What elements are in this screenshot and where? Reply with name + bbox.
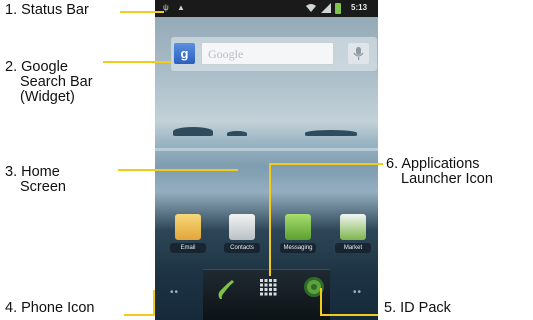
wallpaper-island — [227, 131, 247, 136]
leader-line-status-bar — [120, 11, 164, 13]
google-search-widget[interactable]: g Google — [171, 37, 377, 71]
app-shortcut-market[interactable]: Market — [333, 214, 373, 253]
wifi-icon — [306, 4, 316, 12]
leader-line-launcher-v — [269, 163, 271, 276]
status-bar[interactable]: ψ ▲ 5:13 — [155, 0, 378, 17]
app-label: Messaging — [280, 243, 316, 253]
callout-line: 3. Home — [5, 164, 60, 180]
callout-google-search-bar: 2. Google Search Bar (Widget) — [5, 60, 93, 105]
phone-home-screen[interactable]: ψ ▲ 5:13 g Google Email Contacts Messagi… — [155, 0, 378, 320]
leader-line-phone-h — [124, 314, 155, 316]
leader-line-home-screen — [118, 169, 238, 171]
microphone-icon[interactable] — [348, 43, 369, 64]
page-indicator-left[interactable]: •• — [170, 287, 179, 298]
leader-line-id-pack-h — [320, 314, 378, 316]
signal-icon — [321, 3, 331, 13]
market-icon — [340, 214, 366, 240]
search-input[interactable]: Google — [201, 42, 334, 65]
wallpaper-horizon — [155, 148, 378, 151]
app-shortcut-contacts[interactable]: Contacts — [222, 214, 262, 253]
callout-status-bar: 1. Status Bar — [5, 3, 89, 18]
app-label: Market — [335, 243, 371, 253]
leader-line-id-pack-v — [320, 288, 322, 316]
google-logo-button[interactable]: g — [174, 43, 195, 64]
applications-launcher-icon[interactable] — [259, 278, 277, 296]
callout-line: 2. Google — [5, 59, 68, 75]
callout-line: Launcher Icon — [401, 171, 493, 187]
callout-line: Search Bar — [20, 74, 93, 90]
callout-line: (Widget) — [20, 89, 75, 105]
callout-phone-icon-text: 4. Phone Icon — [5, 300, 95, 316]
search-placeholder: Google — [208, 47, 244, 61]
callout-phone-icon: 4. Phone Icon — [5, 301, 95, 316]
callout-home-screen: 3. Home Screen — [5, 165, 66, 195]
phone-icon[interactable] — [215, 277, 237, 301]
app-shortcut-messaging[interactable]: Messaging — [278, 214, 318, 253]
callout-line: 6. Applications — [386, 156, 480, 172]
wallpaper-island — [305, 130, 357, 136]
callout-id-pack: 5. ID Pack — [384, 301, 451, 316]
callout-applications-launcher: 6. Applications Launcher Icon — [386, 157, 493, 187]
messaging-icon — [285, 214, 311, 240]
app-shortcut-email[interactable]: Email — [168, 214, 208, 253]
callout-line: Screen — [20, 179, 66, 195]
contacts-icon — [229, 214, 255, 240]
app-label: Contacts — [224, 243, 260, 253]
email-icon — [175, 214, 201, 240]
notification-icon: ▲ — [177, 3, 185, 12]
leader-line-launcher-h — [269, 163, 383, 165]
page-indicator-right[interactable]: •• — [353, 287, 362, 298]
status-time: 5:13 — [351, 3, 368, 12]
leader-line-google-search — [103, 61, 171, 63]
wallpaper-island — [173, 127, 213, 136]
callout-id-pack-text: 5. ID Pack — [384, 300, 451, 316]
battery-icon — [335, 3, 341, 14]
leader-line-phone-v — [153, 290, 155, 316]
callout-status-bar-text: 1. Status Bar — [5, 2, 89, 18]
app-label: Email — [170, 243, 206, 253]
